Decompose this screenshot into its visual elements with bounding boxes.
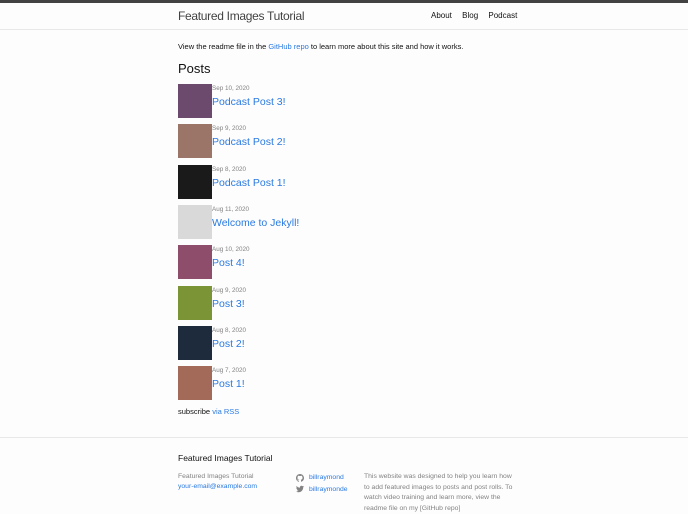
github-icon: [296, 473, 304, 482]
post-title-link[interactable]: Post 3!: [212, 298, 245, 310]
post-title-link[interactable]: Podcast Post 1!: [212, 177, 286, 189]
github-repo-link[interactable]: GitHub repo: [268, 42, 308, 51]
site-header: Featured Images Tutorial About Blog Podc…: [0, 3, 688, 30]
subscribe-label: subscribe: [178, 407, 213, 416]
post-thumbnail[interactable]: [178, 325, 212, 360]
post-item: Sep 10, 2020 Podcast Post 3!: [178, 84, 478, 118]
post-title-link[interactable]: Podcast Post 2!: [212, 136, 286, 148]
site-title[interactable]: Featured Images Tutorial: [178, 9, 305, 23]
post-item: Aug 9, 2020 Post 3!: [178, 285, 478, 320]
main-nav: About Blog Podcast: [431, 11, 525, 20]
post-thumbnail[interactable]: [178, 366, 212, 401]
post-title-link[interactable]: Welcome to Jekyll!: [212, 217, 299, 229]
post-item: Aug 10, 2020 Post 4!: [178, 245, 478, 280]
post-date: Sep 9, 2020: [212, 125, 246, 133]
post-thumbnail[interactable]: [178, 285, 212, 320]
intro-before: View the readme file in the: [178, 42, 269, 51]
footer-name: Featured Images Tutorial: [178, 473, 254, 480]
nav-podcast[interactable]: Podcast: [488, 11, 517, 20]
subscribe-text: subscribe via RSS: [178, 407, 239, 416]
post-title-link[interactable]: Post 4!: [212, 257, 245, 269]
nav-about[interactable]: About: [431, 11, 452, 20]
site-footer: Featured Images Tutorial Featured Images…: [0, 437, 688, 513]
footer-email-link[interactable]: your-email@example.com: [178, 483, 257, 490]
github-social[interactable]: billraymond: [296, 472, 348, 484]
post-title-link[interactable]: Podcast Post 3!: [212, 96, 286, 108]
post-thumbnail[interactable]: [178, 245, 212, 280]
post-thumbnail[interactable]: [178, 204, 212, 239]
github-username[interactable]: billraymond: [309, 472, 344, 484]
post-thumbnail[interactable]: [178, 164, 212, 199]
post-thumbnail[interactable]: [178, 124, 212, 159]
post-item: Sep 9, 2020 Podcast Post 2!: [178, 124, 478, 159]
twitter-username[interactable]: billraymonde: [309, 484, 348, 496]
footer-description: This website was designed to help you le…: [364, 473, 513, 512]
twitter-icon: [296, 486, 304, 493]
rss-link[interactable]: via RSS: [212, 407, 239, 416]
post-title-link[interactable]: Post 1!: [212, 378, 245, 390]
post-item: Aug 11, 2020 Welcome to Jekyll!: [178, 204, 478, 239]
post-item: Aug 7, 2020 Post 1!: [178, 366, 478, 401]
nav-blog[interactable]: Blog: [462, 11, 478, 20]
post-item: Aug 8, 2020 Post 2!: [178, 325, 478, 360]
post-title-link[interactable]: Post 2!: [212, 338, 245, 350]
post-item: Sep 8, 2020 Podcast Post 1!: [178, 164, 478, 199]
posts-heading: Posts: [178, 61, 211, 76]
post-date: Aug 8, 2020: [212, 326, 246, 334]
twitter-social[interactable]: billraymonde: [296, 484, 348, 496]
post-date: Sep 10, 2020: [212, 85, 250, 92]
post-date: Aug 11, 2020: [212, 205, 249, 213]
footer-title: Featured Images Tutorial: [178, 453, 273, 463]
post-date: Sep 8, 2020: [212, 165, 246, 173]
post-date: Aug 10, 2020: [212, 246, 250, 254]
intro-after: to learn more about this site and how it…: [308, 42, 464, 51]
post-date: Aug 7, 2020: [212, 367, 246, 375]
intro-text: View the readme file in the GitHub repo …: [178, 42, 463, 51]
post-date: Aug 9, 2020: [212, 286, 246, 294]
footer-contact: Featured Images Tutorial your-email@exam…: [178, 472, 257, 492]
post-thumbnail[interactable]: [178, 84, 212, 118]
footer-social: billraymond billraymonde: [296, 472, 348, 495]
